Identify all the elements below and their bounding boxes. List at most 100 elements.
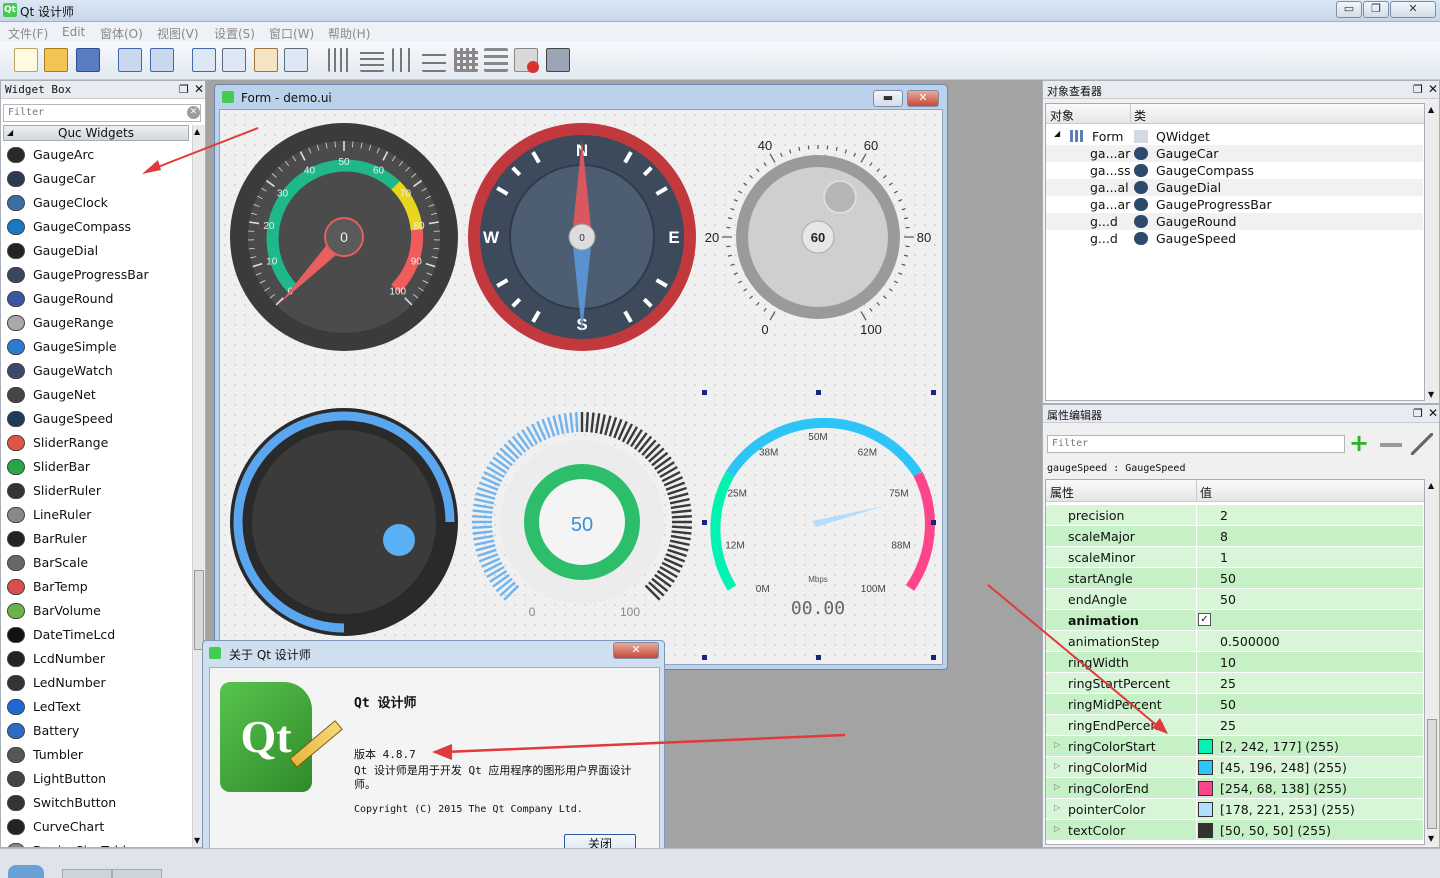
form-minimize-button[interactable]: ▬: [873, 90, 903, 107]
widget-item-switchbutton[interactable]: SwitchButton: [5, 791, 191, 815]
object-row[interactable]: ga...ar GaugeCar: [1046, 145, 1423, 162]
property-row-ringcolormid[interactable]: ▷ ringColorMid [45, 196, 248] (255): [1046, 757, 1423, 778]
menu-form[interactable]: 窗体(O): [100, 25, 143, 42]
widget-item-barvolume[interactable]: BarVolume: [5, 599, 191, 623]
property-row-endangle[interactable]: endAngle 50: [1046, 589, 1423, 610]
property-value[interactable]: 25: [1220, 676, 1236, 691]
property-row-pointercolor[interactable]: ▷ pointerColor [178, 221, 253] (255): [1046, 799, 1423, 820]
widget-item-bartemp[interactable]: BarTemp: [5, 575, 191, 599]
property-value[interactable]: [2, 242, 177] (255): [1220, 739, 1339, 754]
widget-item-gaugenet[interactable]: GaugeNet: [5, 383, 191, 407]
property-row-startangle[interactable]: startAngle 50: [1046, 568, 1423, 589]
close-icon[interactable]: ✕: [194, 82, 204, 96]
widget-item-gaugeround[interactable]: GaugeRound: [5, 287, 191, 311]
expand-arrow-icon[interactable]: ▷: [1054, 761, 1060, 770]
widget-item-gaugesimple[interactable]: GaugeSimple: [5, 335, 191, 359]
widget-item-curvechart[interactable]: CurveChart: [5, 815, 191, 839]
property-value[interactable]: 2: [1220, 508, 1228, 523]
property-row-textcolor[interactable]: ▷ textColor [50, 50, 50] (255): [1046, 820, 1423, 841]
object-row[interactable]: g...d GaugeSpeed: [1046, 230, 1423, 247]
property-value[interactable]: 50: [1220, 697, 1236, 712]
widget-item-sliderrange[interactable]: SliderRange: [5, 431, 191, 455]
property-value[interactable]: [45, 196, 248] (255): [1220, 760, 1347, 775]
about-close-x-button[interactable]: ✕: [613, 642, 659, 659]
widget-item-tumbler[interactable]: Tumbler: [5, 743, 191, 767]
widget-item-datetimelcd[interactable]: DateTimeLcd: [5, 623, 191, 647]
property-scrollbar[interactable]: ▲ ▼: [1426, 479, 1439, 845]
property-row-ringwidth[interactable]: ringWidth 10: [1046, 652, 1423, 673]
col-class[interactable]: 类: [1134, 107, 1146, 124]
expand-triangle-icon[interactable]: ◢: [1054, 129, 1060, 138]
property-row-animationstep[interactable]: animationStep 0.500000: [1046, 631, 1423, 652]
expand-arrow-icon[interactable]: ▷: [1054, 803, 1060, 812]
gauge-dial[interactable]: 0 20 40 60 80 100 60: [705, 138, 931, 337]
adjust-size-icon[interactable]: [546, 48, 570, 72]
configure-wrench-icon[interactable]: [1411, 433, 1433, 455]
widget-item-lcdnumber[interactable]: LcdNumber: [5, 647, 191, 671]
menu-edit[interactable]: Edit: [62, 25, 85, 39]
property-value[interactable]: [178, 221, 253] (255): [1220, 802, 1355, 817]
open-folder-icon[interactable]: [44, 48, 68, 72]
property-row-ringcolorend[interactable]: ▷ ringColorEnd [254, 68, 138] (255): [1046, 778, 1423, 799]
taskbar-item[interactable]: [62, 869, 112, 878]
expand-arrow-icon[interactable]: ▷: [1054, 824, 1060, 833]
col-value[interactable]: 值: [1200, 484, 1212, 501]
clear-filter-icon[interactable]: ✕: [187, 106, 200, 119]
object-row[interactable]: ga...ss GaugeCompass: [1046, 162, 1423, 179]
float-icon[interactable]: ❐: [1413, 83, 1423, 96]
gauge-round[interactable]: [230, 408, 458, 636]
gauge-car[interactable]: 0102030405060708090100 0: [230, 123, 458, 351]
property-row-ringendpercent[interactable]: ringEndPercent 25: [1046, 715, 1423, 736]
layout-splitter-v-icon[interactable]: [422, 48, 446, 72]
minimize-button[interactable]: ▭: [1336, 1, 1362, 18]
layout-splitter-h-icon[interactable]: [392, 48, 416, 72]
edit-signals-icon[interactable]: [222, 48, 246, 72]
property-value[interactable]: 50: [1220, 592, 1236, 607]
animation-checkbox[interactable]: ✓: [1198, 613, 1211, 626]
widget-filter-input[interactable]: Filter: [3, 104, 201, 122]
property-value[interactable]: 8: [1220, 529, 1228, 544]
widget-item-gaugearc[interactable]: GaugeArc: [5, 143, 191, 167]
widget-item-gaugeclock[interactable]: GaugeClock: [5, 191, 191, 215]
layout-grid-icon[interactable]: [454, 48, 478, 72]
menu-window[interactable]: 窗口(W): [269, 25, 314, 42]
widget-item-lednumber[interactable]: LedNumber: [5, 671, 191, 695]
maximize-button[interactable]: ❐: [1363, 1, 1389, 18]
widget-item-ledtext[interactable]: LedText: [5, 695, 191, 719]
property-value[interactable]: [254, 68, 138] (255): [1220, 781, 1347, 796]
float-icon[interactable]: ❐: [1413, 407, 1423, 420]
category-quc-widgets[interactable]: ◢ Quc Widgets: [3, 125, 189, 141]
edit-tab-order-icon[interactable]: [284, 48, 308, 72]
expand-arrow-icon[interactable]: ▷: [1054, 782, 1060, 791]
close-icon[interactable]: ✕: [1428, 82, 1438, 96]
object-scrollbar[interactable]: ▲ ▼: [1426, 103, 1439, 401]
new-file-icon[interactable]: [14, 48, 38, 72]
gauge-progress-bar[interactable]: 50 0 100: [472, 412, 692, 619]
start-orb-icon[interactable]: [8, 865, 44, 878]
widget-item-gaugeprogressbar[interactable]: GaugeProgressBar: [5, 263, 191, 287]
close-button[interactable]: ✕: [1390, 1, 1436, 18]
gauge-compass[interactable]: N S E W 0: [468, 123, 696, 351]
col-property[interactable]: 属性: [1050, 484, 1074, 501]
property-value[interactable]: [50, 50, 50] (255): [1220, 823, 1331, 838]
widget-item-barruler[interactable]: BarRuler: [5, 527, 191, 551]
widget-item-barscale[interactable]: BarScale: [5, 551, 191, 575]
property-row-animation[interactable]: animation ✓: [1046, 610, 1423, 631]
property-row-precision[interactable]: precision 2: [1046, 505, 1423, 526]
property-value[interactable]: 50: [1220, 571, 1236, 586]
widget-item-sliderruler[interactable]: SliderRuler: [5, 479, 191, 503]
edit-widgets-icon[interactable]: [192, 48, 216, 72]
cascade-icon[interactable]: [118, 48, 142, 72]
widget-item-devicesizetable[interactable]: DeviceSizeTable: [5, 839, 191, 847]
break-layout-icon[interactable]: [514, 48, 539, 73]
layout-horizontal-icon[interactable]: [328, 48, 352, 72]
menu-help[interactable]: 帮助(H): [328, 25, 370, 42]
widget-item-gaugecar[interactable]: GaugeCar: [5, 167, 191, 191]
object-row[interactable]: g...d GaugeRound: [1046, 213, 1423, 230]
widget-item-gaugespeed[interactable]: GaugeSpeed: [5, 407, 191, 431]
remove-property-icon[interactable]: [1380, 443, 1402, 447]
property-filter-input[interactable]: Filter: [1047, 435, 1345, 453]
widget-item-lightbutton[interactable]: LightButton: [5, 767, 191, 791]
gauge-speed[interactable]: 0M 12M 25M 38M 50M 62M 75M 88M 100M Mbps 00.00: [702, 390, 936, 660]
property-row-ringmidpercent[interactable]: ringMidPercent 50: [1046, 694, 1423, 715]
